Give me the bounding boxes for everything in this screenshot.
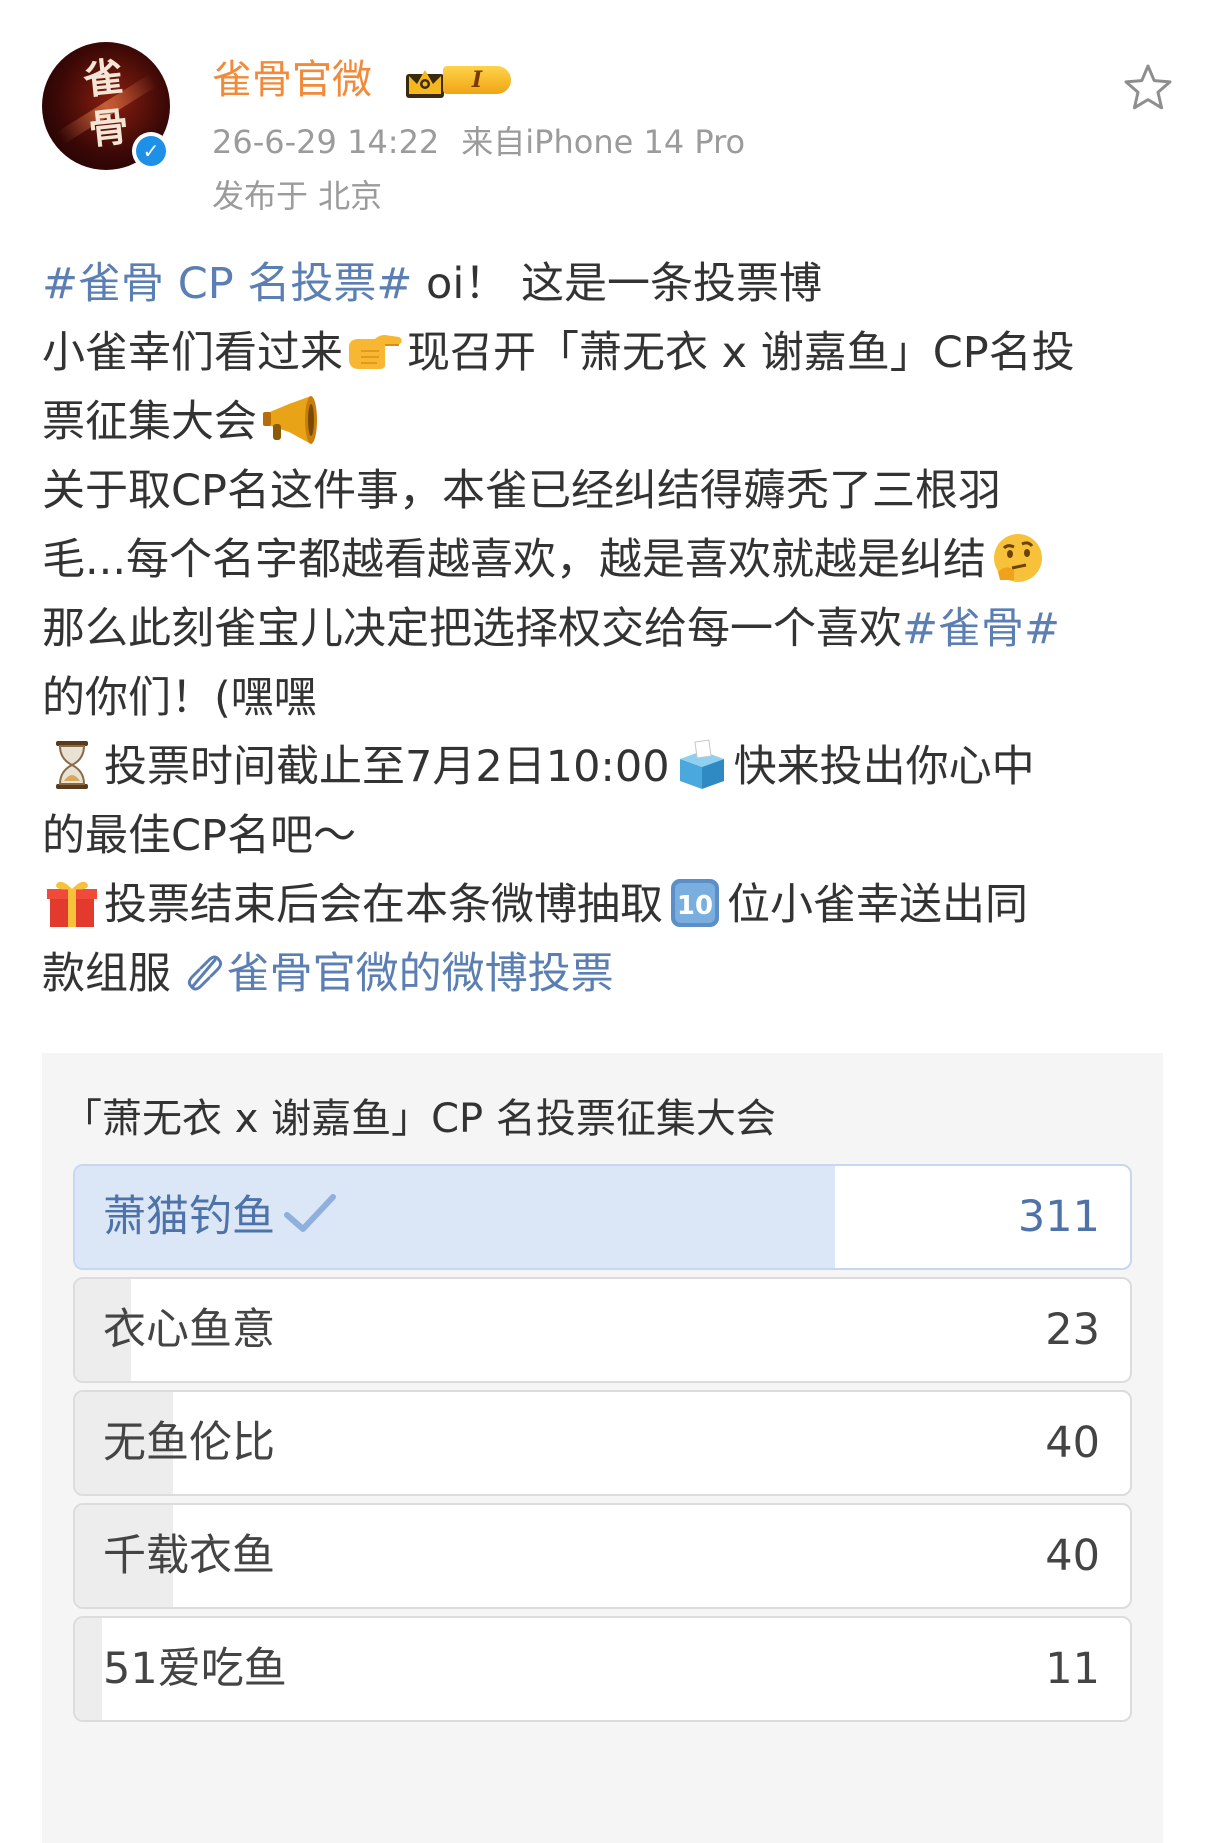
poll-option-count: 311: [1017, 1192, 1100, 1242]
link-icon[interactable]: [187, 946, 223, 998]
post-text-line: 快来投出你心中: [733, 742, 1035, 792]
vote-link[interactable]: 雀骨官微的微博投票: [227, 949, 614, 999]
username[interactable]: 雀骨官微: [212, 52, 372, 108]
poll-option-4[interactable]: 千载衣鱼 40: [73, 1503, 1132, 1609]
ballot-box-emoji-icon: [679, 739, 724, 789]
post-location: 发布于 北京: [212, 177, 383, 215]
poll-option-label: 无鱼伦比: [103, 1392, 275, 1494]
post-text-line: 现召开「萧无衣 x 谢嘉鱼」CP名投: [407, 328, 1075, 378]
poll-option-label-text: 无鱼伦比: [103, 1418, 275, 1468]
post-text-line: 关于取CP名这件事，本雀已经纠结得薅秃了三根羽: [42, 466, 1001, 516]
post-text-line: 款组服: [42, 949, 185, 999]
verified-badge-icon: ✓: [132, 132, 170, 170]
gift-emoji-icon: [47, 881, 97, 927]
thinking-face-emoji-icon: [994, 534, 1043, 582]
post-body: #雀骨 CP 名投票# oi！ 这是一条投票博 小雀幸们看过来 现召开「萧无衣 …: [42, 250, 1172, 1009]
poll-option-label: 萧猫钓鱼: [103, 1166, 337, 1268]
poll-option-3[interactable]: 无鱼伦比 40: [73, 1390, 1132, 1496]
poll-option-count: 11: [1045, 1644, 1100, 1694]
poll-option-label-text: 千载衣鱼: [103, 1531, 275, 1581]
post-source: 来自iPhone 14 Pro: [461, 123, 746, 161]
poll-option-label-text: 51爱吃鱼: [103, 1644, 287, 1694]
poll-option-label: 51爱吃鱼: [103, 1618, 287, 1720]
poll-option-count: 40: [1045, 1531, 1100, 1581]
topic-link-queegu[interactable]: #雀骨#: [902, 604, 1060, 654]
vip-badge[interactable]: I: [403, 60, 519, 100]
post-text-line: oi！ 这是一条投票博: [412, 259, 822, 309]
point-right-emoji-icon: [349, 335, 402, 369]
poll-option-label-text: 衣心鱼意: [103, 1305, 275, 1355]
poll-option-1[interactable]: 萧猫钓鱼 311: [73, 1164, 1132, 1270]
poll-option-label: 衣心鱼意: [103, 1279, 275, 1381]
vip-level: I: [443, 66, 511, 94]
post-timestamp: 26-6-29 14:22: [212, 123, 440, 161]
post-text-line: 投票结束后会在本条微博抽取: [104, 880, 663, 930]
hourglass-emoji-icon: [56, 741, 88, 789]
selected-check-icon: [284, 1194, 336, 1232]
poll-option-count: 23: [1045, 1305, 1100, 1355]
post-text-line: 位小雀幸送出同: [727, 880, 1028, 930]
post-text-line: 那么此刻雀宝儿决定把选择权交给每一个喜欢: [42, 604, 902, 654]
poll-option-count: 40: [1045, 1418, 1100, 1468]
poll-option-2[interactable]: 衣心鱼意 23: [73, 1277, 1132, 1383]
poll-option-label-text: 萧猫钓鱼: [103, 1192, 275, 1242]
post-text-line: 的你们！(嘿嘿: [42, 673, 317, 723]
keycap-ten-emoji-icon: 10: [671, 879, 719, 927]
post-text-line: 的最佳CP名吧～: [42, 811, 356, 861]
svg-text:10: 10: [677, 891, 713, 921]
post-text-line: 票征集大会: [42, 397, 257, 447]
post-meta: 26-6-29 14:22 来自iPhone 14 Pro: [212, 120, 745, 164]
poll-option-label: 千载衣鱼: [103, 1505, 275, 1607]
favorite-star-icon[interactable]: [1120, 60, 1176, 116]
avatar-calligraphy: 雀骨: [80, 53, 131, 154]
megaphone-emoji-icon: [263, 396, 317, 444]
post-text-line: 毛...每个名字都越看越喜欢，越是喜欢就越是纠结: [42, 535, 987, 585]
crown-icon: [406, 70, 444, 98]
poll-card: 「萧无衣 x 谢嘉鱼」CP 名投票征集大会 萧猫钓鱼 311 衣心鱼意 23 无鱼伦比 4…: [42, 1053, 1163, 1843]
poll-option-5[interactable]: 51爱吃鱼 11: [73, 1616, 1132, 1722]
poll-option-fill: [75, 1618, 102, 1720]
topic-link-cp-vote[interactable]: #雀骨 CP 名投票#: [42, 259, 412, 309]
post-text-line: 小雀幸们看过来: [42, 328, 343, 378]
poll-title: 「萧无衣 x 谢嘉鱼」CP 名投票征集大会: [62, 1096, 776, 1142]
post-text-line: 投票时间截止至7月2日10:00: [104, 742, 670, 792]
